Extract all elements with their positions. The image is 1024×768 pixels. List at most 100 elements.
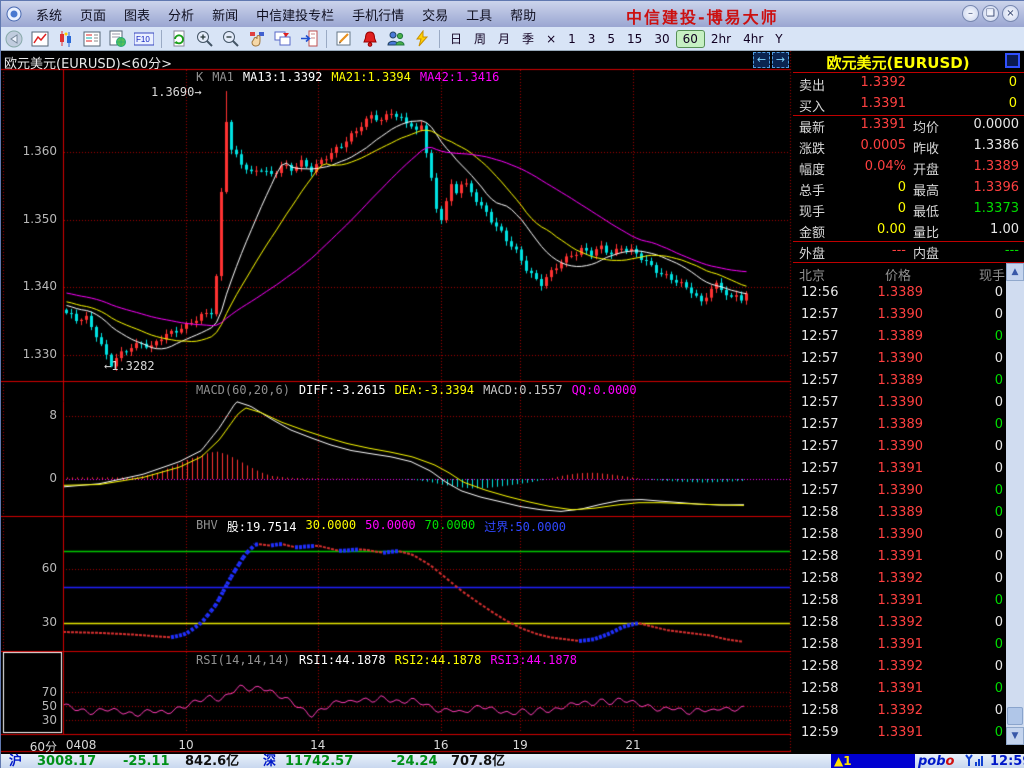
tick-time: 12:57: [801, 417, 845, 432]
period-button-5[interactable]: 5: [601, 31, 621, 47]
tick-scrollbar[interactable]: ▲ ▼: [1006, 263, 1024, 745]
period-button-季[interactable]: 季: [516, 29, 540, 48]
tick-row: 12:581.33910: [793, 591, 1006, 613]
period-button-3[interactable]: 3: [582, 31, 602, 47]
scroll-thumb[interactable]: [1007, 707, 1023, 725]
menu-item-工具[interactable]: 工具: [457, 2, 501, 27]
tick-volume: 0: [943, 351, 1003, 366]
menu-item-中信建投专栏[interactable]: 中信建投专栏: [247, 2, 343, 27]
tick-row: 12:571.33890: [793, 415, 1006, 437]
sz-amount: 707.8亿: [451, 754, 505, 768]
price-tick-1.330: 1.330: [1, 347, 57, 361]
period-button-4hr[interactable]: 4hr: [737, 31, 769, 47]
tick-time: 12:57: [801, 373, 845, 388]
line-chart-icon[interactable]: [29, 29, 51, 49]
tick-price: 1.3390: [863, 527, 923, 542]
edit-icon[interactable]: [333, 29, 355, 49]
period-button-30[interactable]: 30: [648, 31, 675, 47]
macd-tick-8: 8: [1, 408, 57, 422]
quote-row-金额: 金额0.00量比1.00: [793, 220, 1024, 241]
tick-price: 1.3389: [863, 417, 923, 432]
alert-indicator[interactable]: ▲1: [831, 754, 915, 768]
bhv-legend: BHV 股:19.7514 30.0000 50.0000 70.0000 过界…: [196, 518, 566, 535]
app-title: 中信建投-博易大师: [626, 4, 779, 28]
scroll-down-icon[interactable]: ▼: [1006, 727, 1024, 745]
tick-time: 12:58: [801, 615, 845, 630]
menu-item-系统[interactable]: 系统: [27, 2, 71, 27]
volume: 0: [943, 75, 1017, 90]
period-button-月[interactable]: 月: [492, 29, 516, 48]
time-tick-16: 16: [421, 738, 461, 752]
toolbar-separator: [439, 30, 440, 48]
menu-item-帮助[interactable]: 帮助: [501, 2, 545, 27]
tick-row: 12:561.33890: [793, 283, 1006, 305]
period-button-周[interactable]: 周: [468, 29, 492, 48]
restore-button[interactable]: ❏: [982, 5, 999, 22]
prev-contract-button[interactable]: ←: [753, 52, 770, 68]
label-1: 外盘: [799, 243, 841, 262]
report-icon[interactable]: [107, 29, 129, 49]
menu-item-页面[interactable]: 页面: [71, 2, 115, 27]
sz-label: 深: [263, 754, 276, 768]
refresh-icon[interactable]: [168, 29, 190, 49]
panel-restore-icon[interactable]: [1005, 53, 1020, 68]
back-icon[interactable]: [3, 29, 25, 49]
quote-row-买入: 买入1.33910: [793, 94, 1024, 115]
app-window: 系统页面图表分析新闻中信建投专栏手机行情交易工具帮助 中信建投-博易大师 – ❏…: [0, 0, 1024, 768]
tick-time: 12:58: [801, 549, 845, 564]
users-icon[interactable]: [385, 29, 407, 49]
tick-volume: 0: [943, 593, 1003, 608]
value-2: 1.3373: [951, 201, 1019, 216]
tick-volume: 0: [943, 307, 1003, 322]
price-tick-1.340: 1.340: [1, 279, 57, 293]
tick-time: 12:58: [801, 703, 845, 718]
value-2: 1.3389: [951, 159, 1019, 174]
time-tick-14: 14: [298, 738, 338, 752]
label-1: 金额: [799, 222, 841, 241]
flash-icon[interactable]: [411, 29, 433, 49]
main-legend: K MA1 MA13:1.3392 MA21:1.3394 MA42:1.341…: [196, 70, 499, 84]
label-1: 总手: [799, 180, 841, 199]
menu-item-新闻[interactable]: 新闻: [203, 2, 247, 27]
period-button-日[interactable]: 日: [444, 29, 468, 48]
tick-price: 1.3391: [863, 549, 923, 564]
label: 卖出: [799, 75, 845, 94]
next-contract-button[interactable]: →: [772, 52, 789, 68]
price-chart-canvas[interactable]: [1, 51, 793, 754]
period-button-×[interactable]: ×: [540, 31, 562, 47]
minimize-button[interactable]: –: [962, 5, 979, 22]
period-button-2hr[interactable]: 2hr: [705, 31, 737, 47]
period-button-60[interactable]: 60: [676, 30, 705, 48]
tick-time: 12:58: [801, 659, 845, 674]
tick-price: 1.3391: [863, 637, 923, 652]
tick-price: 1.3392: [863, 703, 923, 718]
f10-icon[interactable]: F10: [133, 29, 155, 49]
period-button-15[interactable]: 15: [621, 31, 648, 47]
tick-time: 12:57: [801, 395, 845, 410]
menu-item-图表[interactable]: 图表: [115, 2, 159, 27]
toolbar: F10 日周月季×1351530602hr4hrY: [1, 27, 1024, 51]
goto-icon[interactable]: [298, 29, 320, 49]
sz-change: -24.24: [391, 754, 438, 768]
close-button[interactable]: ×: [1002, 5, 1019, 22]
tick-row: 12:571.33890: [793, 327, 1006, 349]
quote-list-icon[interactable]: [81, 29, 103, 49]
value: 1.3391: [841, 96, 906, 111]
menu-item-手机行情[interactable]: 手机行情: [343, 2, 413, 27]
cascade-windows-icon[interactable]: [272, 29, 294, 49]
tick-row: 12:581.33920: [793, 701, 1006, 723]
drag-hand-icon[interactable]: [246, 29, 268, 49]
period-button-Y[interactable]: Y: [769, 31, 788, 47]
candlestick-icon[interactable]: [55, 29, 77, 49]
zoom-in-icon[interactable]: [194, 29, 216, 49]
menu-item-分析[interactable]: 分析: [159, 2, 203, 27]
period-button-1[interactable]: 1: [562, 31, 582, 47]
label-2: 均价: [913, 117, 955, 136]
label-1: 最新: [799, 117, 841, 136]
tick-row: 12:571.33900: [793, 305, 1006, 327]
menu-item-交易[interactable]: 交易: [413, 2, 457, 27]
quote-row-最新: 最新1.3391均价0.0000: [793, 115, 1024, 136]
alarm-icon[interactable]: [359, 29, 381, 49]
zoom-out-icon[interactable]: [220, 29, 242, 49]
status-bar: 沪 3008.17 -25.11 842.6亿 深 11742.57 -24.2…: [1, 754, 1024, 768]
